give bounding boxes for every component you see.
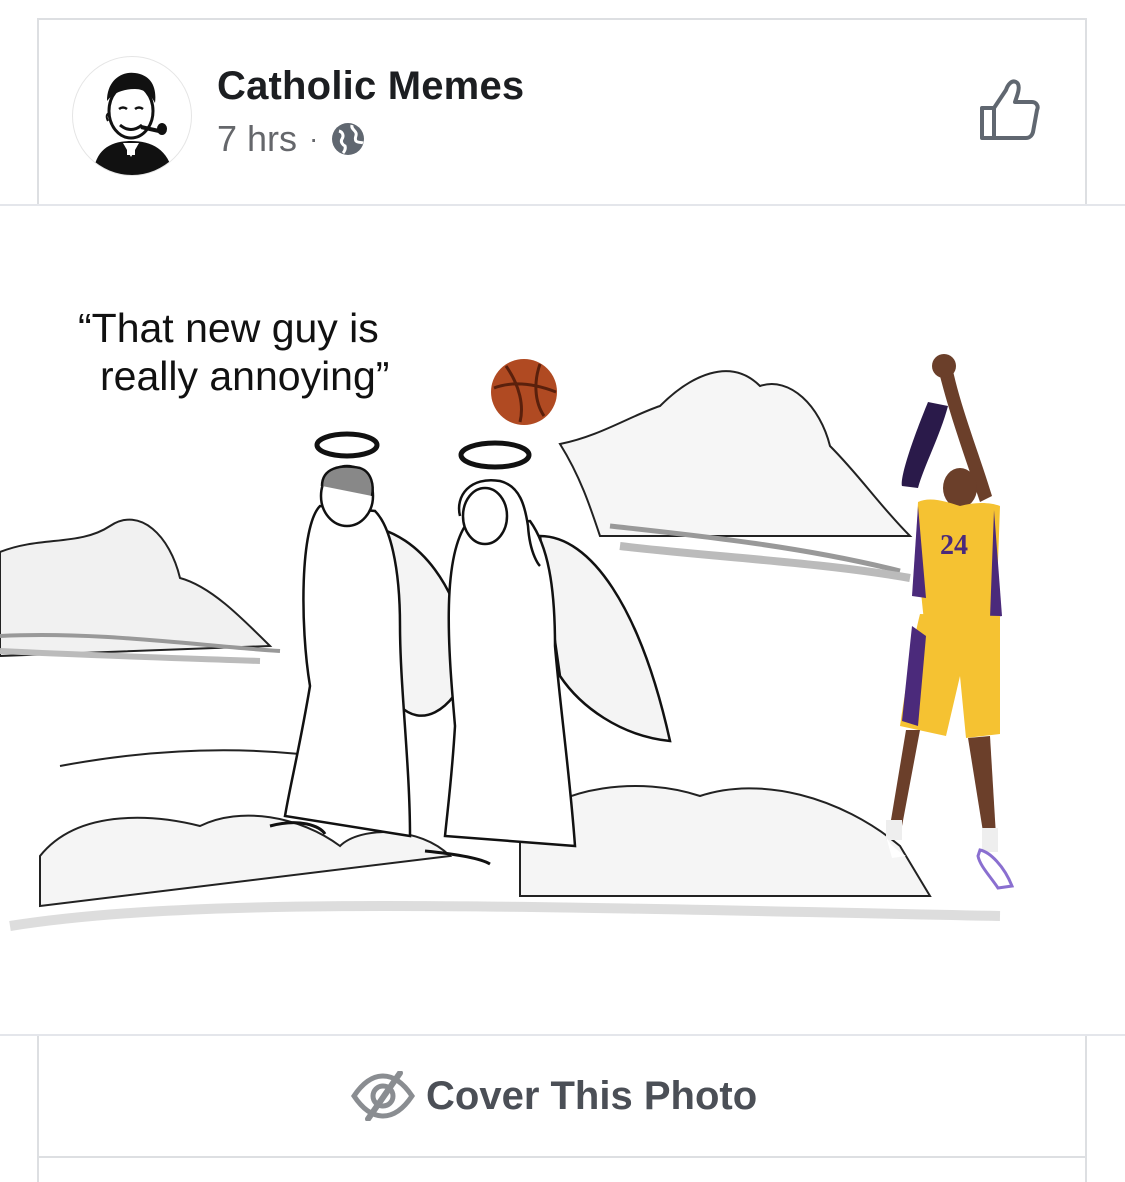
thumbs-up-icon[interactable] [978, 78, 1042, 142]
post-meta: 7 hrs · [217, 118, 366, 160]
meta-separator: · [309, 123, 319, 154]
jersey-number: 24 [940, 530, 968, 561]
footer-bottom-divider [37, 1156, 1087, 1158]
page-avatar[interactable] [72, 56, 192, 176]
cover-photo-button[interactable]: Cover This Photo [350, 1066, 757, 1126]
post-photo[interactable]: “That new guy is really annoying” 24 [0, 206, 1125, 1034]
globe-icon [332, 123, 365, 155]
page-name[interactable]: Catholic Memes [217, 64, 524, 109]
caption-line-1: “That new guy is [78, 305, 379, 351]
meme-caption: “That new guy is really annoying” [78, 304, 389, 400]
post-header-card [37, 18, 1087, 204]
post-timestamp[interactable]: 7 hrs [217, 118, 297, 160]
caption-line-2: really annoying” [100, 353, 390, 399]
eye-slash-icon [350, 1071, 416, 1121]
cover-photo-label: Cover This Photo [426, 1073, 758, 1118]
